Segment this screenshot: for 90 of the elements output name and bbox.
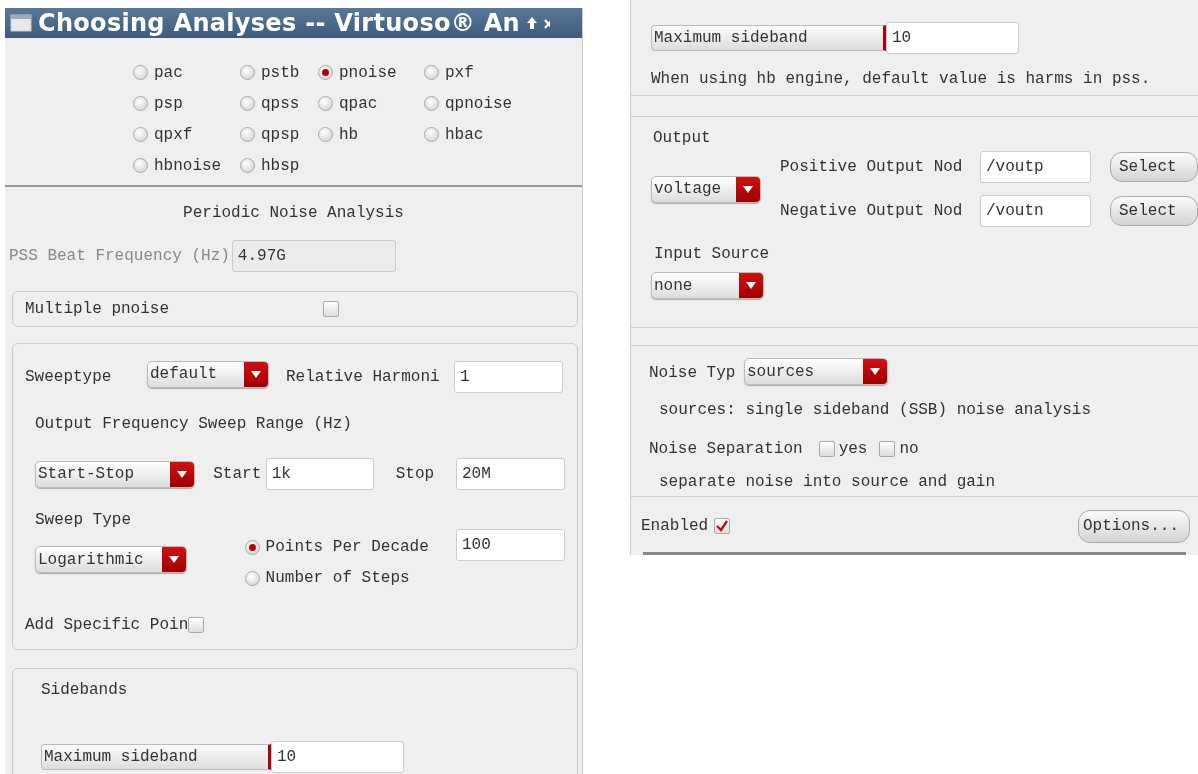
radio-label: Number of Steps	[265, 569, 410, 587]
checkbox[interactable]	[323, 301, 339, 317]
radio-label: pac	[154, 63, 183, 82]
radio-button[interactable]	[240, 96, 255, 111]
radio-button[interactable]	[244, 539, 260, 555]
window-title: Choosing Analyses -- Virtuoso® An	[38, 9, 520, 37]
checkbox-label: Enabled	[641, 517, 709, 536]
radio-label: pnoise	[339, 63, 397, 82]
radio-label: hbsp	[261, 156, 300, 175]
dropdown[interactable]: Logarithmic	[35, 546, 187, 573]
radio-label: hbnoise	[154, 156, 222, 175]
note-text: sources: single sideband (SSB) noise analysis	[659, 400, 1092, 419]
field-label: Noise Typ	[649, 363, 737, 382]
select-button[interactable]: Select	[1110, 196, 1198, 227]
field-label: Relative Harmoni	[286, 368, 441, 386]
radio-label: qpac	[339, 94, 378, 113]
input-field[interactable]: 10	[271, 741, 404, 773]
radio-button[interactable]	[240, 158, 255, 173]
group-label: Sweep Type	[35, 511, 131, 529]
radio-button[interactable]	[318, 96, 333, 111]
field-label: Negative Output Nod	[780, 202, 964, 221]
dropdown[interactable]: Start-Stop	[35, 460, 196, 488]
radio-label: qpxf	[154, 125, 193, 144]
radio-button[interactable]	[240, 65, 255, 80]
group-label: Output	[653, 129, 711, 148]
caret-icon	[870, 368, 880, 376]
input-field[interactable]: /voutn	[980, 195, 1091, 228]
group-label: Sidebands	[41, 681, 128, 699]
field-label: Sweeptype	[25, 368, 113, 386]
field-label: PSS Beat Frequency (Hz)	[9, 247, 230, 265]
note-text: When using hb engine, default value is harms in pss.	[651, 70, 1151, 88]
radio-button[interactable]	[424, 65, 439, 80]
radio-label: Points Per Decade	[265, 538, 429, 556]
radio-label: qpnoise	[445, 94, 513, 113]
caret-icon	[743, 185, 753, 193]
up-arrow-icon	[525, 16, 538, 30]
radio-button[interactable]	[318, 127, 333, 142]
field-label: Stop	[395, 465, 436, 483]
radio-button[interactable]	[133, 65, 148, 80]
checkbox[interactable]	[714, 518, 731, 535]
input-field[interactable]: 100	[456, 529, 565, 561]
input-field[interactable]: 1k	[265, 458, 374, 490]
radio-label: qpss	[261, 94, 300, 113]
checkbox[interactable]	[879, 440, 896, 457]
select-button[interactable]: Select	[1110, 152, 1198, 183]
radio-button[interactable]	[424, 96, 439, 111]
field-label: Start	[213, 465, 263, 483]
radio-label: psp	[154, 94, 183, 113]
radio-label: hbac	[445, 125, 484, 144]
radio-button[interactable]	[133, 96, 148, 111]
dropdown[interactable]: voltage	[651, 175, 761, 203]
input-field[interactable]: 20M	[456, 458, 565, 490]
section-title: Periodic Noise Analysis	[183, 204, 404, 222]
radio-button[interactable]	[133, 127, 148, 142]
caret-icon	[746, 282, 756, 290]
checkmark-icon	[716, 520, 729, 533]
input-field[interactable]: /voutp	[980, 151, 1091, 184]
checkbox-label: no	[899, 439, 919, 458]
radio-label: pxf	[445, 63, 474, 82]
input-field[interactable]: 10	[886, 22, 1019, 54]
checkbox[interactable]	[188, 617, 205, 633]
caret-icon	[168, 556, 179, 563]
dropdown[interactable]: sources	[744, 358, 888, 386]
dropdown[interactable]: none	[651, 272, 764, 300]
checkbox-label: Multiple pnoise	[25, 300, 171, 318]
group-label: Input Source	[654, 245, 770, 264]
radio-button[interactable]	[133, 158, 148, 173]
group-label: Output Frequency Sweep Range (Hz)	[35, 415, 352, 433]
dropdown[interactable]: default	[147, 360, 269, 388]
radio-button[interactable]	[244, 570, 260, 586]
caret-icon	[251, 370, 261, 378]
radio-button[interactable]	[424, 127, 439, 142]
close-icon	[543, 17, 550, 29]
caret-icon	[177, 470, 188, 478]
radio-button[interactable]	[240, 127, 255, 142]
checkbox-label: yes	[838, 439, 868, 458]
radio-label: hb	[339, 125, 359, 144]
field-label: Positive Output Nod	[780, 158, 964, 177]
window-icon	[10, 14, 32, 32]
options-button[interactable]: Options...	[1078, 509, 1190, 543]
radio-label: pstb	[261, 63, 300, 82]
checkbox[interactable]	[818, 440, 835, 457]
radio-button[interactable]	[318, 65, 333, 80]
note-text: separate noise into source and gain	[659, 472, 996, 491]
radio-label: qpsp	[261, 125, 300, 144]
checkbox-label: Add Specific Poin	[25, 616, 189, 634]
field-label: Maximum sideband	[41, 744, 271, 770]
field-label: Noise Separation	[649, 439, 803, 458]
field-label: Maximum sideband	[651, 25, 886, 51]
input-field[interactable]: 1	[454, 361, 563, 393]
